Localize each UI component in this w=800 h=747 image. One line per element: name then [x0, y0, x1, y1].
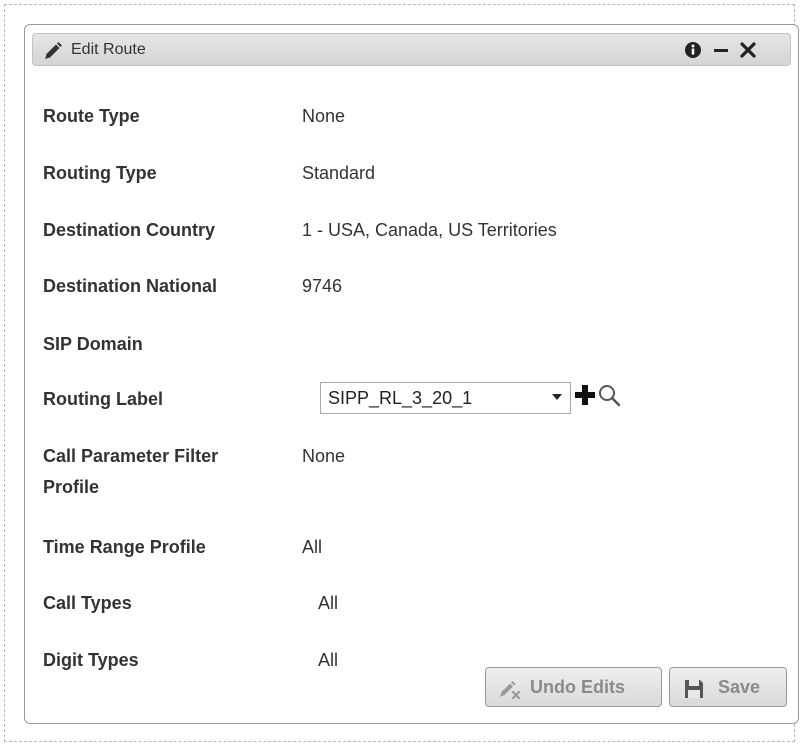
add-icon[interactable]: [573, 383, 597, 407]
panel-title: Edit Route: [71, 41, 146, 58]
sip-domain-label: SIP Domain: [43, 334, 143, 354]
call-types-label: Call Types: [43, 593, 132, 613]
undo-edit-icon: [500, 681, 521, 700]
time-range-profile-value: All: [302, 537, 323, 557]
destination-national-label: Destination National: [43, 276, 218, 296]
minimize-icon[interactable]: [711, 40, 731, 60]
edit-route-panel: Edit Route Route Type None Routing Type …: [24, 24, 799, 724]
pencil-icon: [45, 42, 62, 59]
close-icon[interactable]: [738, 40, 758, 60]
save-button[interactable]: Save: [669, 667, 787, 707]
call-parameter-filter-profile-label-line2: Profile: [43, 477, 100, 497]
route-type-label: Route Type: [43, 106, 140, 126]
call-types-value: All: [318, 593, 339, 613]
routing-label-label: Routing Label: [43, 389, 163, 409]
destination-country-label: Destination Country: [43, 220, 216, 240]
call-parameter-filter-profile-label: Call Parameter Filter Profile: [43, 446, 218, 498]
destination-country-value: 1 - USA, Canada, US Territories: [302, 220, 557, 240]
call-parameter-filter-profile-value: None: [302, 446, 346, 466]
chevron-down-icon: [552, 394, 562, 400]
routing-type-label: Routing Type: [43, 163, 157, 183]
time-range-profile-label: Time Range Profile: [43, 537, 206, 557]
save-icon: [685, 680, 703, 698]
route-type-value: None: [302, 106, 346, 126]
dashed-frame: Edit Route Route Type None Routing Type …: [4, 4, 799, 742]
call-parameter-filter-profile-label-line1: Call Parameter Filter: [43, 446, 219, 466]
search-icon[interactable]: [597, 383, 621, 407]
info-icon[interactable]: [683, 40, 703, 60]
routing-type-value: Standard: [302, 163, 376, 183]
undo-edits-button[interactable]: Undo Edits: [485, 667, 662, 707]
panel-header: Edit Route: [32, 33, 791, 66]
digit-types-value: All: [318, 650, 339, 670]
save-label: Save: [718, 677, 761, 697]
routing-label-select[interactable]: SIPP_RL_3_20_1: [320, 382, 571, 414]
digit-types-label: Digit Types: [43, 650, 139, 670]
destination-national-value: 9746: [302, 276, 343, 296]
undo-edits-label: Undo Edits: [530, 677, 625, 697]
routing-label-selected: SIPP_RL_3_20_1: [328, 388, 473, 408]
